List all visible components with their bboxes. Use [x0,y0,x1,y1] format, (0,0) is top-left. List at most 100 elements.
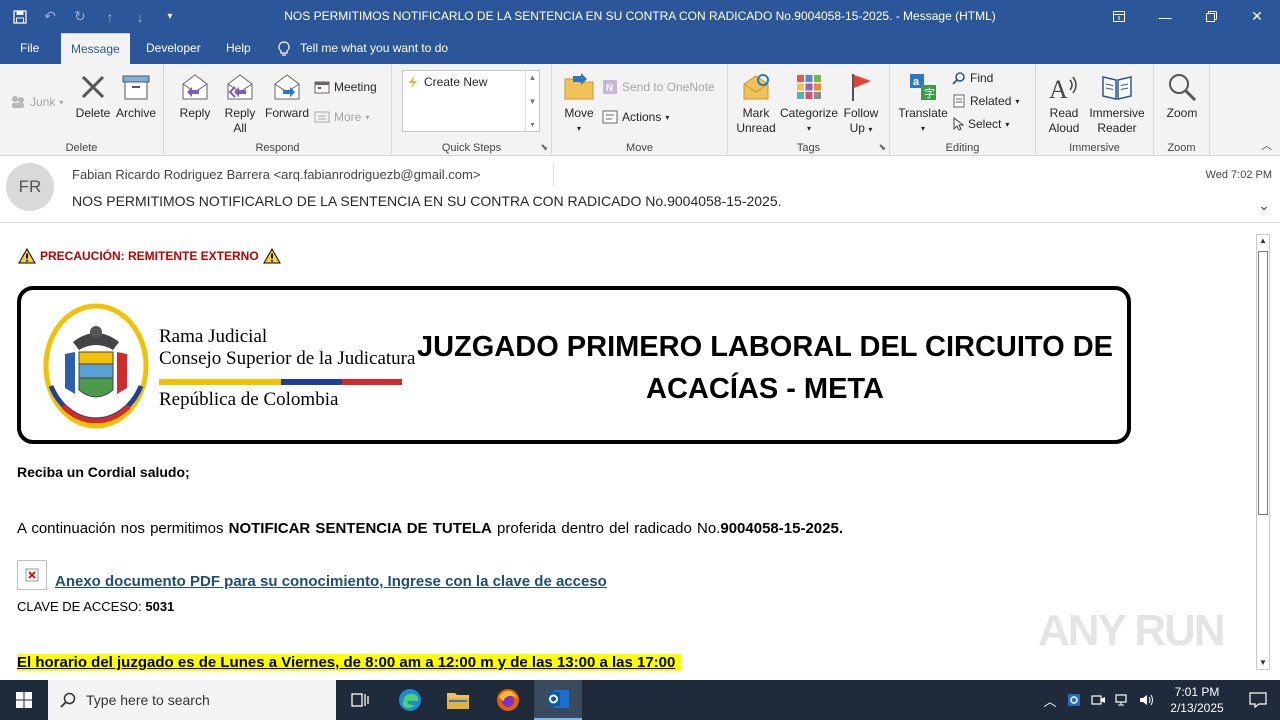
lightning-icon [409,76,417,88]
vertical-scrollbar[interactable]: ▲ ▼ [1256,234,1270,670]
svg-text:A: A [1049,75,1068,102]
zoom-group: Zoom Zoom [1154,64,1210,156]
up-arrow-icon[interactable]: ↑ [98,5,122,29]
flag-stripe [159,379,402,385]
find-button[interactable]: Find [952,68,993,88]
outlook-icon [547,690,569,708]
tab-message[interactable]: Message [61,33,130,64]
taskbar-search-box[interactable]: Type here to search [48,680,336,720]
edge-taskbar-button[interactable] [386,680,434,720]
move-button[interactable]: Move ▾ [560,70,598,136]
categorize-button[interactable]: Categorize ▾ [780,70,838,136]
immersive-group: A Read Aloud Immersive Reader Immersive [1036,64,1154,156]
minimize-button[interactable]: — [1142,0,1188,33]
avatar[interactable]: FR [6,163,54,211]
tell-me-label: Tell me what you want to do [300,41,449,55]
meet-now-icon[interactable] [1086,693,1110,707]
ribbon-tabs: File Message Developer Help Tell me what… [0,33,1280,64]
junk-button[interactable]: Junk ▾ [10,92,63,112]
firefox-icon [497,689,519,711]
follow-up-button[interactable]: Follow Up ▾ [840,70,882,137]
mark-unread-button[interactable]: Mark Unread [734,70,778,136]
quick-steps-gallery[interactable]: Create New ▲ ▼ ▾ [402,70,540,132]
more-icon [314,111,330,123]
system-tray: ︿ 7:01 PM 2/13/2025 [1038,680,1280,720]
chevron-down-icon[interactable]: ⌄ [1258,197,1270,214]
taskbar-clock[interactable]: 7:01 PM 2/13/2025 [1158,684,1236,716]
junk-icon [12,96,24,108]
network-icon[interactable] [1110,693,1134,707]
read-aloud-button[interactable]: A Read Aloud [1042,70,1086,136]
send-to-onenote-button[interactable]: N Send to OneNote [602,77,715,97]
notification-icon[interactable] [1236,692,1280,708]
related-button[interactable]: Related ▾ [952,91,1019,111]
delete-button[interactable]: Delete [74,70,112,121]
message-date: Wed 7:02 PM [1205,169,1272,181]
move-folder-icon [562,70,596,104]
colombia-coat-of-arms-icon [43,303,149,429]
close-button[interactable]: ✕ [1234,0,1280,33]
tab-help[interactable]: Help [216,33,261,64]
chevron-up-icon[interactable]: ︿ [1038,691,1062,710]
external-sender-warning: PRECAUCIÓN: REMITENTE EXTERNO [18,248,281,264]
read-aloud-icon: A [1047,70,1081,104]
actions-button[interactable]: Actions ▾ [602,107,669,127]
access-code: CLAVE DE ACCESO: 5031 [17,599,175,614]
sender[interactable]: Fabian Ricardo Rodriguez Barrera <arq.fa… [72,167,480,182]
message-subject: NOS PERMITIMOS NOTIFICARLO DE LA SENTENC… [72,193,782,209]
court-banner: Rama Judicial Consejo Superior de la Jud… [17,286,1131,444]
delete-icon [76,70,110,104]
reply-all-button[interactable]: Reply All [218,70,262,136]
tags-group: Mark Unread Categorize ▾ Follow Up ▾ ⬊ T… [728,64,890,156]
tab-developer[interactable]: Developer [136,33,211,64]
create-new-quick-step[interactable]: Create New [407,75,487,89]
undo-icon[interactable]: ↶ [38,5,62,29]
redo-icon[interactable]: ↻ [68,5,92,29]
collapse-ribbon-icon[interactable]: ︿ [1261,137,1272,153]
outlook-tray-icon[interactable] [1062,692,1086,708]
tell-me-box[interactable]: Tell me what you want to do [278,33,448,64]
quick-steps-scroll[interactable]: ▲ ▼ ▾ [525,71,539,131]
find-icon [952,72,965,85]
court-hours: El horario del juzgado es de Lunes a Vie… [17,654,682,671]
customize-toolbar-icon[interactable]: ▾ [158,5,182,29]
task-view-button[interactable] [336,680,384,720]
volume-icon[interactable] [1134,693,1158,707]
scroll-thumb[interactable] [1258,251,1268,515]
attachment-link[interactable]: Anexo documento PDF para su conocimiento… [55,573,607,590]
broken-image-icon[interactable] [17,559,47,590]
select-button[interactable]: Select ▾ [952,114,1009,134]
translate-button[interactable]: a字 Translate ▾ [896,70,950,136]
meeting-icon [314,81,330,94]
start-button[interactable] [0,680,48,720]
immersive-reader-button[interactable]: Immersive Reader [1086,70,1148,136]
anyrun-watermark: ANY RUN [1038,606,1226,655]
scroll-up-icon[interactable]: ▲ [1257,235,1269,247]
immersive-reader-icon [1100,70,1134,104]
related-icon [953,94,965,108]
tab-file[interactable]: File [10,33,49,64]
court-name: JUZGADO PRIMERO LABORAL DEL CIRCUITO DE … [416,331,1114,405]
cursor-icon [953,117,964,131]
reply-button[interactable]: Reply [176,70,214,121]
maximize-button[interactable] [1188,0,1234,33]
meeting-button[interactable]: Meeting [314,77,377,97]
message-header: FR Fabian Ricardo Rodriguez Barrera <arq… [0,157,1280,223]
ribbon-display-options-icon[interactable] [1096,0,1142,33]
editing-group: a字 Translate ▾ Find Related ▾ Select ▾ Edi… [890,64,1036,156]
edge-icon [399,689,421,711]
more-respond-button[interactable]: More ▾ [314,107,369,127]
archive-button[interactable]: Archive [114,70,158,121]
file-explorer-taskbar-button[interactable] [434,680,482,720]
reply-icon [178,70,212,104]
scroll-down-icon[interactable]: ▼ [1257,657,1269,669]
save-icon[interactable] [8,5,32,29]
window-controls: — ✕ [1096,0,1280,33]
forward-button[interactable]: Forward [264,70,310,121]
zoom-button[interactable]: Zoom [1162,70,1202,121]
outlook-taskbar-button[interactable] [534,680,582,720]
firefox-taskbar-button[interactable] [484,680,532,720]
respond-group: Reply Reply All Forward Meeting More ▾ Re… [164,64,392,156]
down-arrow-icon[interactable]: ↓ [128,5,152,29]
delete-group: Junk ▾ Delete Archive Delete [0,64,164,156]
